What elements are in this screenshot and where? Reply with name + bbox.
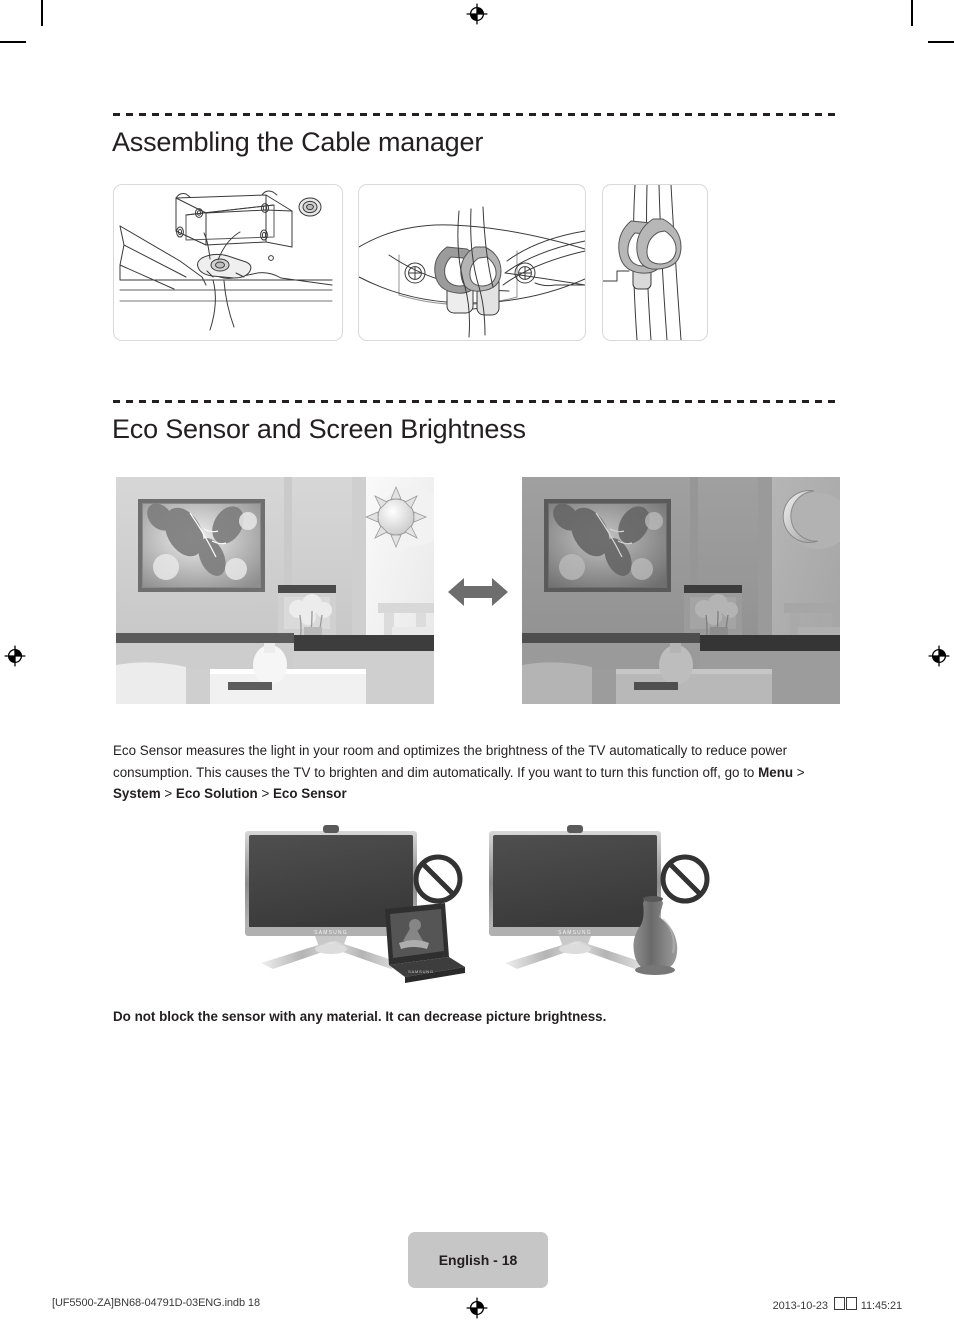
missing-glyph-box-2 [845, 1297, 857, 1310]
cable-clip-closeup-diagram [358, 184, 586, 341]
menu-separator-3: > [257, 786, 273, 802]
menu-separator-2: > [160, 786, 176, 802]
prohibition-icon [660, 854, 710, 904]
living-room-dim-photo [522, 477, 840, 704]
tv-back-cable-manager-diagram [113, 184, 343, 341]
svg-text:SAMSUNG: SAMSUNG [558, 930, 592, 936]
registration-mark-right [928, 645, 950, 667]
menu-path-menu: Menu [758, 764, 794, 780]
crop-mark-top-right-vertical [911, 0, 913, 26]
missing-glyph-box-1 [833, 1297, 845, 1310]
page-number-label: English - 18 [438, 1252, 518, 1268]
left-right-arrow-icon [448, 578, 508, 606]
print-filename-footer: [UF5500-ZA]BN68-04791D-03ENG.indb 18 [52, 1297, 260, 1309]
registration-mark-top [466, 3, 488, 25]
description-text-part-1: Eco Sensor measures the light in your ro… [113, 743, 788, 780]
svg-text:SAMSUNG: SAMSUNG [314, 930, 348, 936]
tv-blocked-by-laptop-photo: SAMSUNG SAMSUNG [243, 823, 475, 988]
prohibition-icon [413, 854, 463, 904]
page-title-eco-sensor: Eco Sensor and Screen Brightness [112, 414, 526, 444]
print-date: 2013-10-23 [772, 1300, 828, 1312]
crop-mark-top-left-horizontal [0, 41, 26, 43]
svg-text:SAMSUNG: SAMSUNG [408, 969, 434, 974]
page-title-cable-manager: Assembling the Cable manager [112, 127, 484, 157]
page-number-tab: English - 18 [408, 1232, 548, 1288]
eco-sensor-description: Eco Sensor measures the light in your ro… [113, 740, 843, 805]
print-timestamp-footer: 2013-10-23 11:45:21 [773, 1297, 902, 1312]
section-divider-cable-manager [113, 113, 841, 116]
cable-clip-detail-diagram [602, 184, 708, 341]
tv-blocked-by-vase-photo: SAMSUNG [487, 823, 719, 988]
crop-mark-top-right-horizontal [928, 41, 954, 43]
sensor-warning-note: Do not block the sensor with any materia… [113, 1009, 607, 1025]
crop-mark-top-left-vertical [41, 0, 43, 26]
registration-mark-left [4, 645, 26, 667]
menu-path-eco-sensor: Eco Sensor [273, 786, 347, 802]
living-room-bright-photo [116, 477, 434, 704]
section-divider-eco-sensor [113, 400, 841, 403]
sun-icon [364, 485, 428, 549]
menu-path-eco-solution: Eco Solution [175, 786, 258, 802]
menu-path-system: System [113, 786, 161, 802]
registration-mark-bottom [466, 1297, 488, 1319]
menu-separator-1: > [793, 764, 805, 780]
print-time: 11:45:21 [860, 1300, 902, 1312]
